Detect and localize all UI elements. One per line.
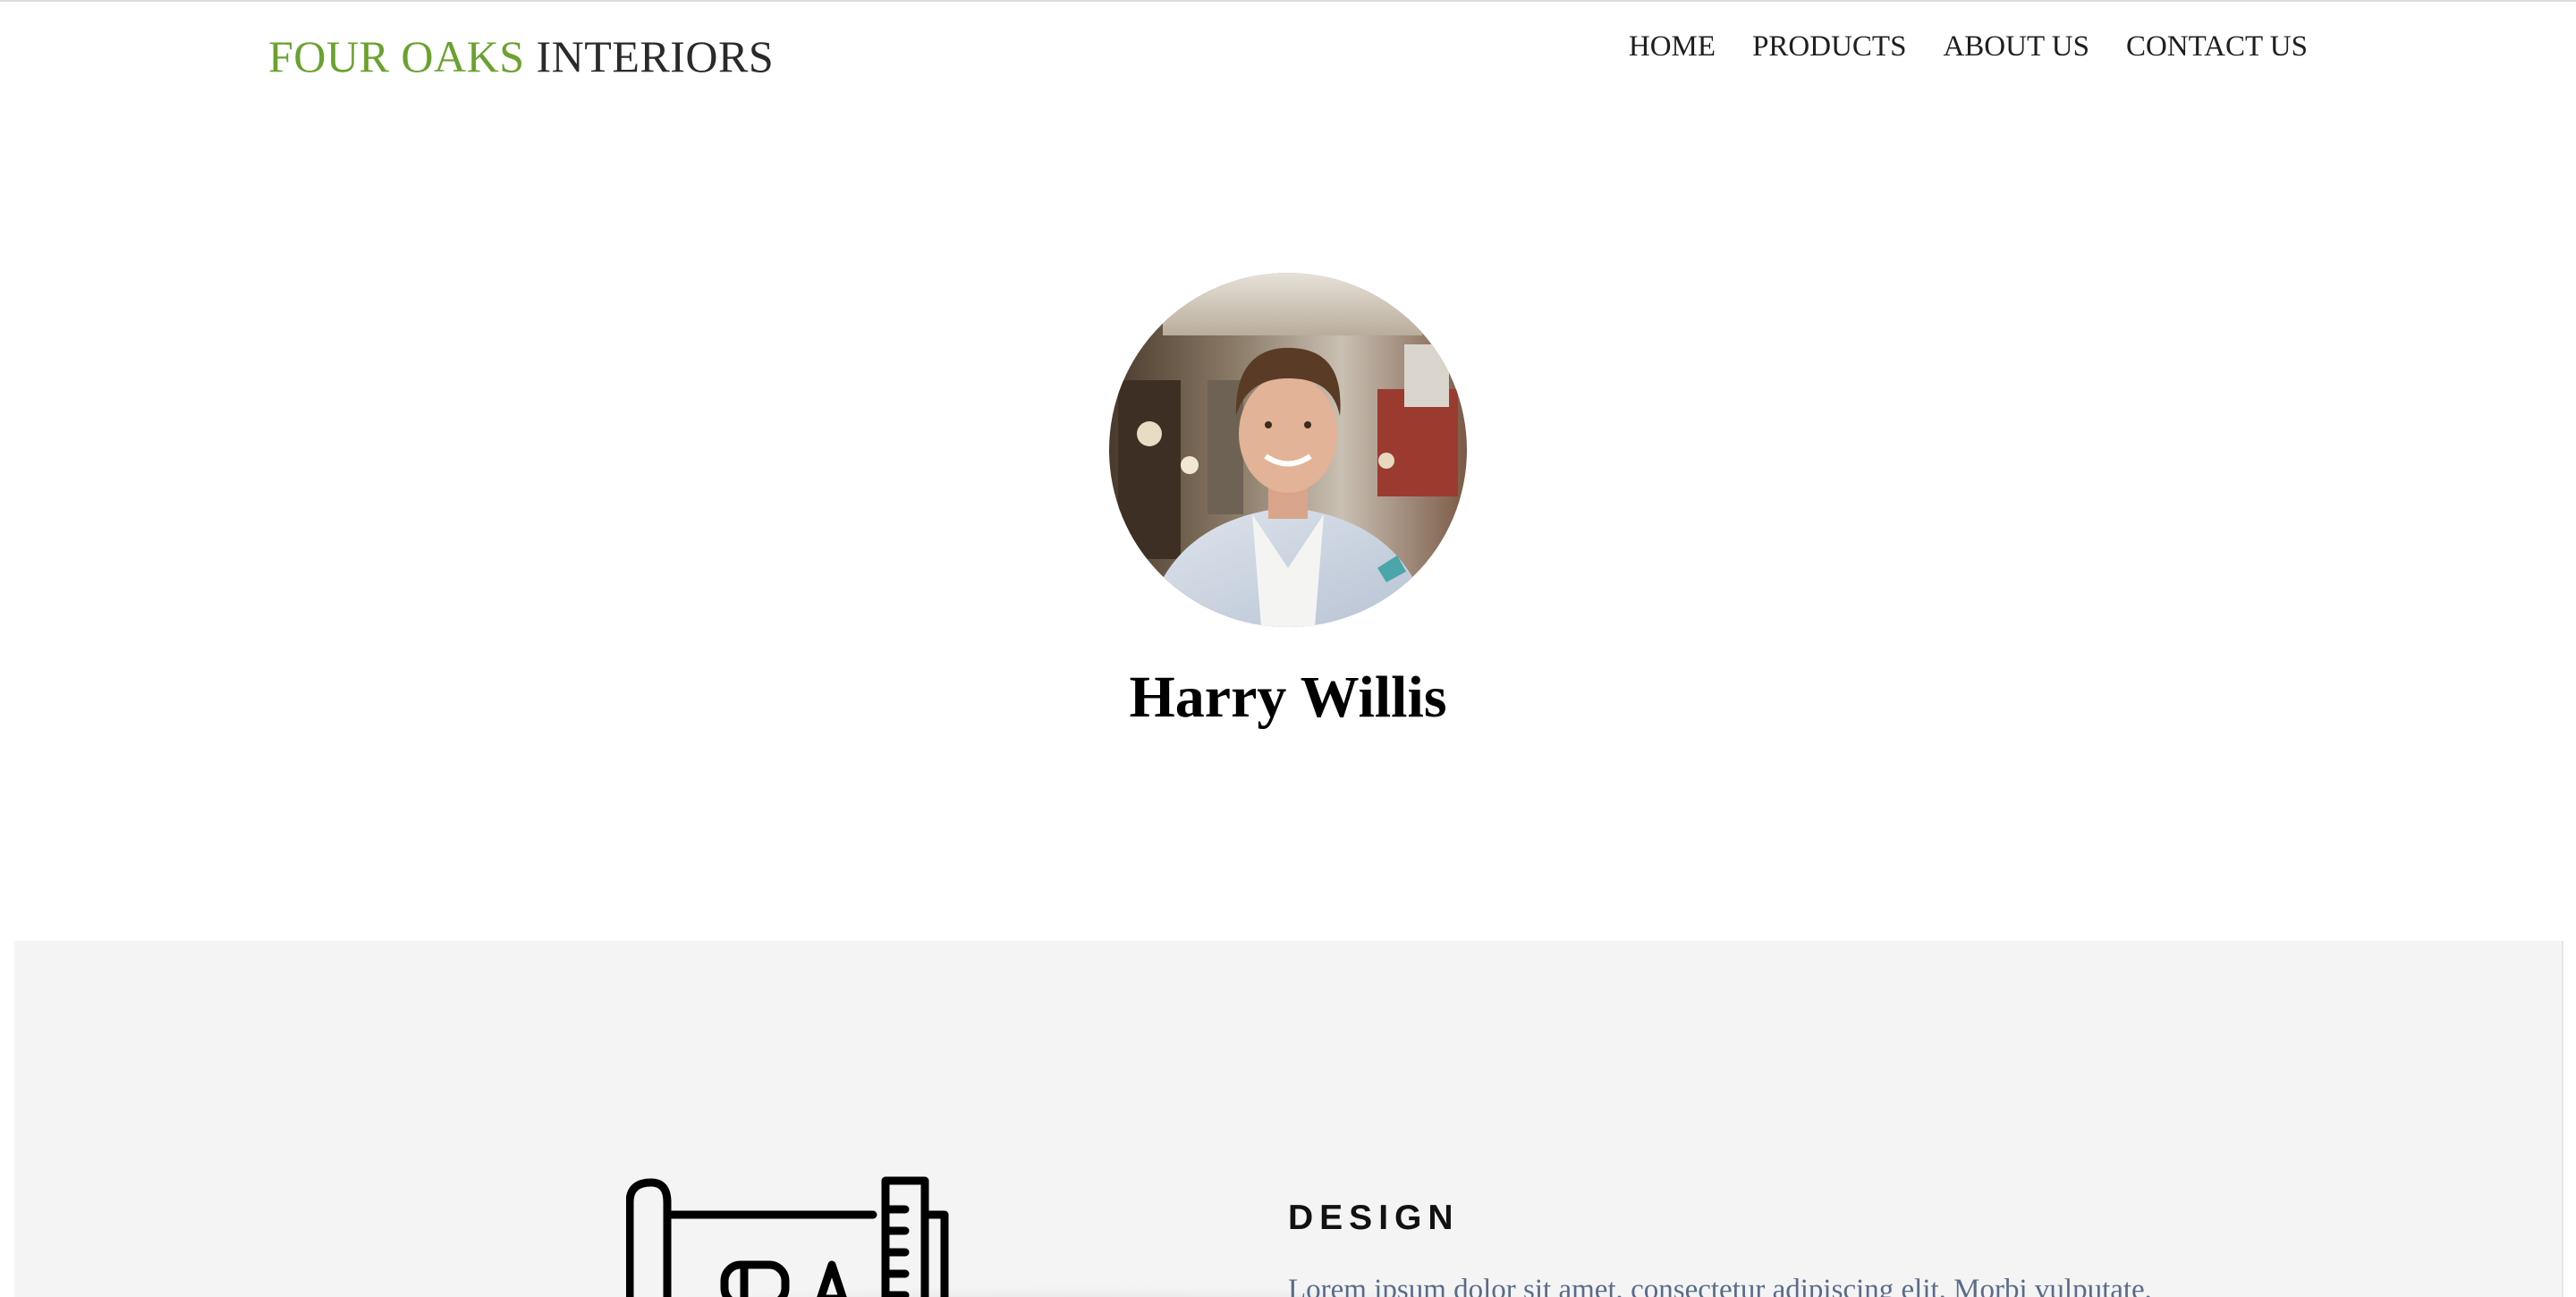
nav-products[interactable]: PRODUCTS	[1752, 27, 1906, 66]
brand-logo[interactable]: FOUR OAKS INTERIORS	[268, 27, 774, 86]
top-border	[0, 0, 2576, 2]
feature-title: DESIGN	[1288, 1199, 1460, 1237]
main-nav: HOME PRODUCTS ABOUT US CONTACT US	[1629, 27, 2308, 66]
design-blueprint-icon	[626, 1176, 949, 1297]
profile-avatar	[1109, 273, 1467, 627]
profile-name: Harry Willis	[1129, 665, 1447, 730]
nav-about-us[interactable]: ABOUT US	[1943, 27, 2089, 66]
nav-home[interactable]: HOME	[1629, 27, 1716, 66]
feature-description: Lorem ipsum dolor sit amet, consectetur …	[1288, 1274, 2152, 1297]
services-section: DESIGN Lorem ipsum dolor sit amet, conse…	[14, 941, 2563, 1297]
brand-accent-text: FOUR OAKS	[268, 31, 525, 81]
profile-photo	[1109, 273, 1467, 627]
brand-rest-text: INTERIORS	[536, 31, 775, 81]
nav-contact-us[interactable]: CONTACT US	[2126, 27, 2308, 66]
